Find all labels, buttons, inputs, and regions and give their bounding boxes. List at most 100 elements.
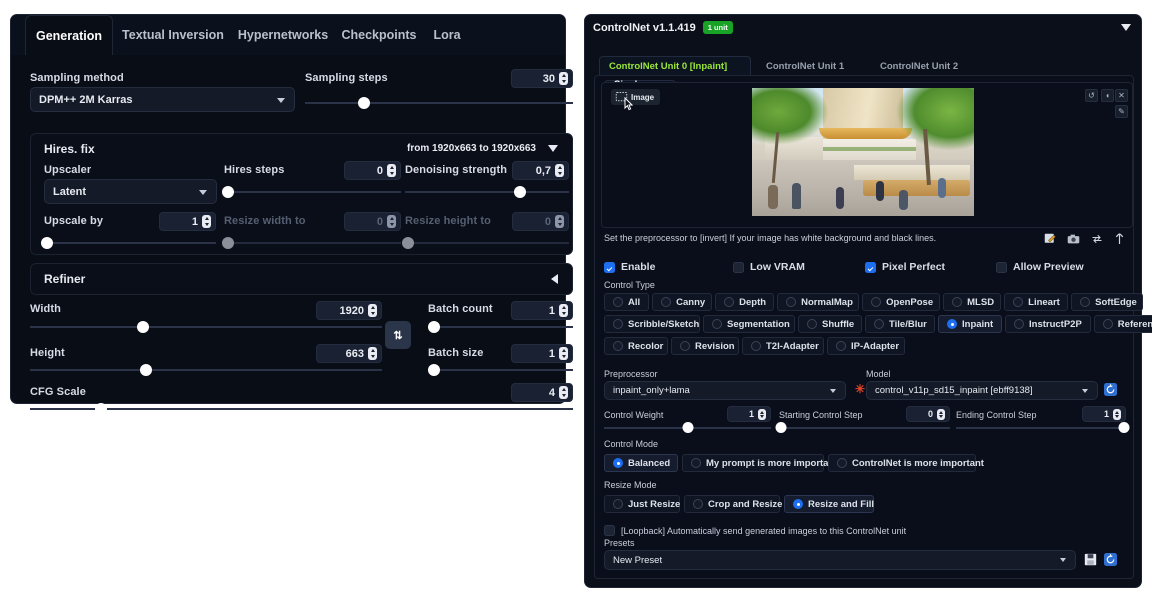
radio-icon[interactable] [613,499,623,509]
radio-icon[interactable] [871,297,882,307]
slider-knob[interactable] [513,186,526,198]
toggle-low-vram[interactable]: Low VRAM [733,261,805,273]
slider-knob[interactable] [402,237,415,249]
radio-icon[interactable] [1102,319,1113,329]
control-type-inpaint[interactable]: Inpaint [938,315,1002,333]
edit-image-icon[interactable] [1044,233,1056,245]
control-mode-balanced[interactable]: Balanced [604,454,678,472]
control-type-reference[interactable]: Reference [1093,315,1152,333]
cfg-scale-slider[interactable] [30,403,573,415]
stepper-icon[interactable] [368,304,377,317]
refiner-section[interactable]: Refiner [30,263,573,295]
radio-icon[interactable] [874,319,884,329]
stepper-icon[interactable] [758,408,766,420]
control-type-instructp2p[interactable]: InstructP2P [1005,315,1091,333]
control-type-ip-adapter[interactable]: IP-Adapter [827,337,905,355]
width-slider[interactable] [30,321,382,333]
radio-icon[interactable] [793,499,803,509]
slider-knob[interactable] [427,321,440,333]
radio-icon[interactable] [613,341,623,351]
hires-steps-slider[interactable] [221,186,401,198]
control-type-segmentation[interactable]: Segmentation [703,315,795,333]
resize-mode-crop-and-resize[interactable]: Crop and Resize [684,495,782,513]
radio-icon[interactable] [661,297,672,307]
control-type-canny[interactable]: Canny [652,293,713,311]
radio-icon[interactable] [751,341,761,351]
radio-icon[interactable] [712,319,722,329]
control-type-openpose[interactable]: OpenPose [862,293,941,311]
resize-height-slider[interactable] [402,237,569,249]
tab-textual-inversion[interactable]: Textual Inversion [115,15,231,55]
slider-knob[interactable] [136,321,149,333]
control-type-recolor[interactable]: Recolor [604,337,668,355]
stepper-icon[interactable] [555,164,564,177]
slider-knob[interactable] [775,422,787,433]
upscale-by-slider[interactable] [41,237,216,249]
control-type-lineart[interactable]: Lineart [1004,293,1069,311]
radio-icon[interactable] [952,297,963,307]
radio-icon[interactable] [691,458,701,468]
tab-generation[interactable]: Generation [25,15,113,55]
radio-icon[interactable] [1013,297,1024,307]
radio-icon[interactable] [613,319,623,329]
toggle-loopback[interactable]: [Loopback] Automatically send generated … [604,525,906,536]
height-numberbox[interactable]: 663 [316,344,382,363]
slider-knob[interactable] [357,97,370,109]
stepper-icon[interactable] [1113,408,1121,420]
stepper-icon[interactable] [559,347,568,360]
slider-knob[interactable] [94,403,107,415]
batch-count-numberbox[interactable]: 1 [511,301,573,320]
resize-width-numberbox[interactable]: 0 [344,212,401,231]
control-type-shuffle[interactable]: Shuffle [798,315,862,333]
upscaler-dropdown[interactable]: Latent [44,179,217,204]
control-weight-slider[interactable] [604,422,771,434]
edit-icon[interactable]: ✎ [1115,105,1128,118]
tab-controlnet-unit-0[interactable]: ControlNet Unit 0 [Inpaint] [599,56,751,76]
batch-size-slider[interactable] [427,364,573,376]
stepper-icon[interactable] [555,215,564,228]
checkbox-icon[interactable] [865,261,876,273]
radio-icon[interactable] [724,297,735,307]
control-image-preview[interactable] [752,88,974,216]
resize-mode-resize-and-fill[interactable]: Resize and Fill [784,495,874,513]
close-icon[interactable]: ✕ [1115,89,1128,102]
control-type-normalmap[interactable]: NormalMap [777,293,860,311]
control-type-scribble-sketch[interactable]: Scribble/Sketch [604,315,700,333]
toggle-enable[interactable]: Enable [604,261,655,273]
checkbox-icon[interactable] [604,261,615,273]
hires-steps-numberbox[interactable]: 0 [344,161,401,180]
presets-dropdown[interactable]: New Preset [604,550,1076,570]
tab-controlnet-unit-2[interactable]: ControlNet Unit 2 [871,56,979,76]
refresh-icon[interactable] [1104,553,1117,566]
slider-knob[interactable] [682,422,693,433]
radio-icon[interactable] [613,458,623,468]
control-mode-controlnet-is-more-important[interactable]: ControlNet is more important [828,454,984,472]
radio-icon[interactable] [1014,319,1024,329]
denoising-strength-slider[interactable] [405,186,569,198]
resize-height-numberbox[interactable]: 0 [512,212,569,231]
upscale-by-numberbox[interactable]: 1 [159,212,216,231]
control-mode-my-prompt-is-more-important[interactable]: My prompt is more important [682,454,837,472]
slider-knob[interactable] [221,237,234,249]
control-type-t2i-adapter[interactable]: T2I-Adapter [742,337,824,355]
slider-knob[interactable] [41,237,54,249]
radio-icon[interactable] [680,341,690,351]
pin-star-icon[interactable]: ✳ [855,383,865,395]
stepper-icon[interactable] [937,408,945,420]
stepper-icon[interactable] [559,72,568,85]
stepper-icon[interactable] [387,215,396,228]
height-slider[interactable] [30,364,382,376]
camera-icon[interactable] [1067,233,1080,245]
control-type-mlsd[interactable]: MLSD [943,293,1002,311]
checkbox-icon[interactable] [604,525,615,536]
ending-control-step-numberbox[interactable]: 1 [1082,406,1126,422]
stepper-icon[interactable] [387,164,396,177]
preprocessor-dropdown[interactable]: inpaint_only+lama [604,381,846,400]
swap-arrows-icon[interactable] [1091,233,1103,245]
radio-icon[interactable] [807,319,817,329]
hires-collapse-chevron-down-icon[interactable] [548,145,558,152]
ending-control-step-slider[interactable] [956,422,1130,434]
swap-dimensions-button[interactable]: ⇅ [385,321,411,349]
slider-knob[interactable] [427,364,440,376]
radio-icon[interactable] [837,458,847,468]
